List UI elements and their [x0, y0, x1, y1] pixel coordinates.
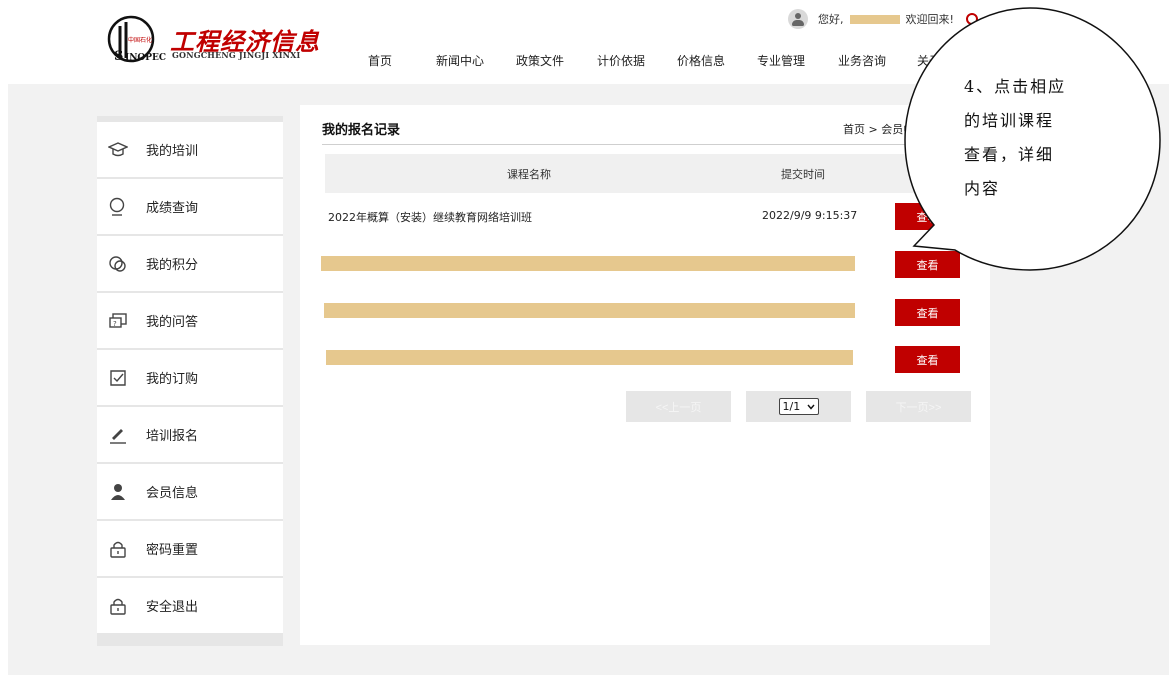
svg-text:中国石化: 中国石化	[128, 36, 152, 44]
chevron-down-icon	[806, 404, 815, 410]
sidebar-item-logout[interactable]: 安全退出	[97, 578, 283, 633]
greeting-suffix: 欢迎回来!	[905, 13, 954, 26]
search-icon[interactable]	[965, 13, 978, 25]
svg-text:?: ?	[113, 320, 117, 328]
username-redacted	[849, 14, 900, 24]
greeting-prefix: 您好,	[818, 13, 844, 26]
table-header: 课程名称 提交时间	[325, 154, 965, 193]
column-header-course: 课程名称	[507, 168, 551, 181]
table-cell-time: 2022/9/9 9:15:37	[762, 209, 858, 222]
svg-text:INOPEC: INOPEC	[125, 53, 166, 63]
title-divider	[322, 144, 922, 145]
sidebar-item-score-query[interactable]: 成绩查询	[97, 179, 283, 234]
view-button[interactable]: 查看	[895, 251, 960, 278]
sidebar-item-orders[interactable]: 我的订购	[97, 350, 283, 405]
sidebar-item-label: 安全退出	[146, 600, 199, 615]
redacted-row	[321, 256, 855, 271]
breadcrumb[interactable]: 首页 > 会员中	[843, 121, 914, 137]
sidebar-item-label: 培训报名	[146, 429, 199, 444]
callout-instruction-text: 4、点击相应 的培训课程 查看，详细 内容	[964, 70, 1094, 206]
callout-line: 查看，详细	[964, 145, 1055, 164]
redacted-row	[326, 350, 853, 365]
graduation-cap-icon	[107, 139, 129, 161]
user-topbar: 您好, 欢迎回来!	[788, 9, 978, 29]
table-cell-course: 2022年概算（安装）继续教育网络培训班	[328, 211, 532, 224]
sidebar-item-points[interactable]: 我的积分	[97, 236, 283, 291]
column-header-time: 提交时间	[781, 168, 825, 181]
qa-icon: ?	[107, 310, 129, 332]
svg-text:S: S	[114, 49, 123, 64]
user-avatar-icon[interactable]	[788, 9, 808, 29]
redacted-row	[324, 303, 855, 318]
sidebar-item-training-signup[interactable]: 培训报名	[97, 407, 283, 462]
sidebar-item-label: 我的订购	[146, 372, 199, 387]
sidebar-item-password-reset[interactable]: 密码重置	[97, 521, 283, 576]
registration-records-panel: 我的报名记录 首页 > 会员中 课程名称 提交时间 2022年概算（安装）继续教…	[300, 105, 990, 645]
callout-line: 的培训课程	[964, 111, 1055, 130]
sidebar-item-label: 会员信息	[146, 486, 199, 501]
page-select[interactable]: 1/1	[778, 398, 819, 415]
view-button[interactable]: 查看	[895, 203, 960, 230]
nav-item-about[interactable]: 关于	[917, 52, 941, 69]
pencil-icon	[107, 424, 129, 446]
member-sidebar: 我的培训 成绩查询 我的积分 ? 我的问答 我的订购 培训报名 会员信息 密码重…	[97, 116, 283, 646]
sidebar-item-label: 成绩查询	[146, 201, 199, 216]
nav-item-price-info[interactable]: 价格信息	[677, 52, 725, 69]
view-button[interactable]: 查看	[895, 346, 960, 373]
sidebar-item-label: 我的积分	[146, 258, 199, 273]
order-check-icon	[107, 367, 129, 389]
logo-english-text: GONGCHENG JINGJI XINXI	[172, 50, 301, 60]
user-icon	[107, 481, 129, 503]
callout-line: 4、点击相应	[964, 77, 1067, 96]
sidebar-item-label: 密码重置	[146, 543, 199, 558]
callout-line: 内容	[964, 179, 1001, 198]
lock-icon	[107, 538, 129, 560]
nav-item-home[interactable]: 首页	[368, 52, 392, 69]
nav-item-policy[interactable]: 政策文件	[516, 52, 564, 69]
sidebar-item-qa[interactable]: ? 我的问答	[97, 293, 283, 348]
page-selector-wrap: 1/1	[746, 391, 851, 422]
sidebar-item-label: 我的问答	[146, 315, 199, 330]
search-icon	[107, 196, 129, 218]
page-select-value: 1/1	[782, 400, 801, 413]
lock-icon	[107, 595, 129, 617]
coins-icon	[107, 253, 129, 275]
sidebar-item-my-training[interactable]: 我的培训	[97, 122, 283, 177]
next-page-button[interactable]: 下一页>>	[866, 391, 971, 422]
nav-item-news[interactable]: 新闻中心	[436, 52, 484, 69]
nav-item-professional[interactable]: 专业管理	[757, 52, 805, 69]
prev-page-button[interactable]: <<上一页	[626, 391, 731, 422]
sidebar-item-member-info[interactable]: 会员信息	[97, 464, 283, 519]
nav-item-consulting[interactable]: 业务咨询	[838, 52, 886, 69]
page-title: 我的报名记录	[322, 123, 401, 138]
nav-item-pricing-basis[interactable]: 计价依据	[597, 52, 645, 69]
view-button[interactable]: 查看	[895, 299, 960, 326]
sidebar-item-label: 我的培训	[146, 144, 199, 159]
